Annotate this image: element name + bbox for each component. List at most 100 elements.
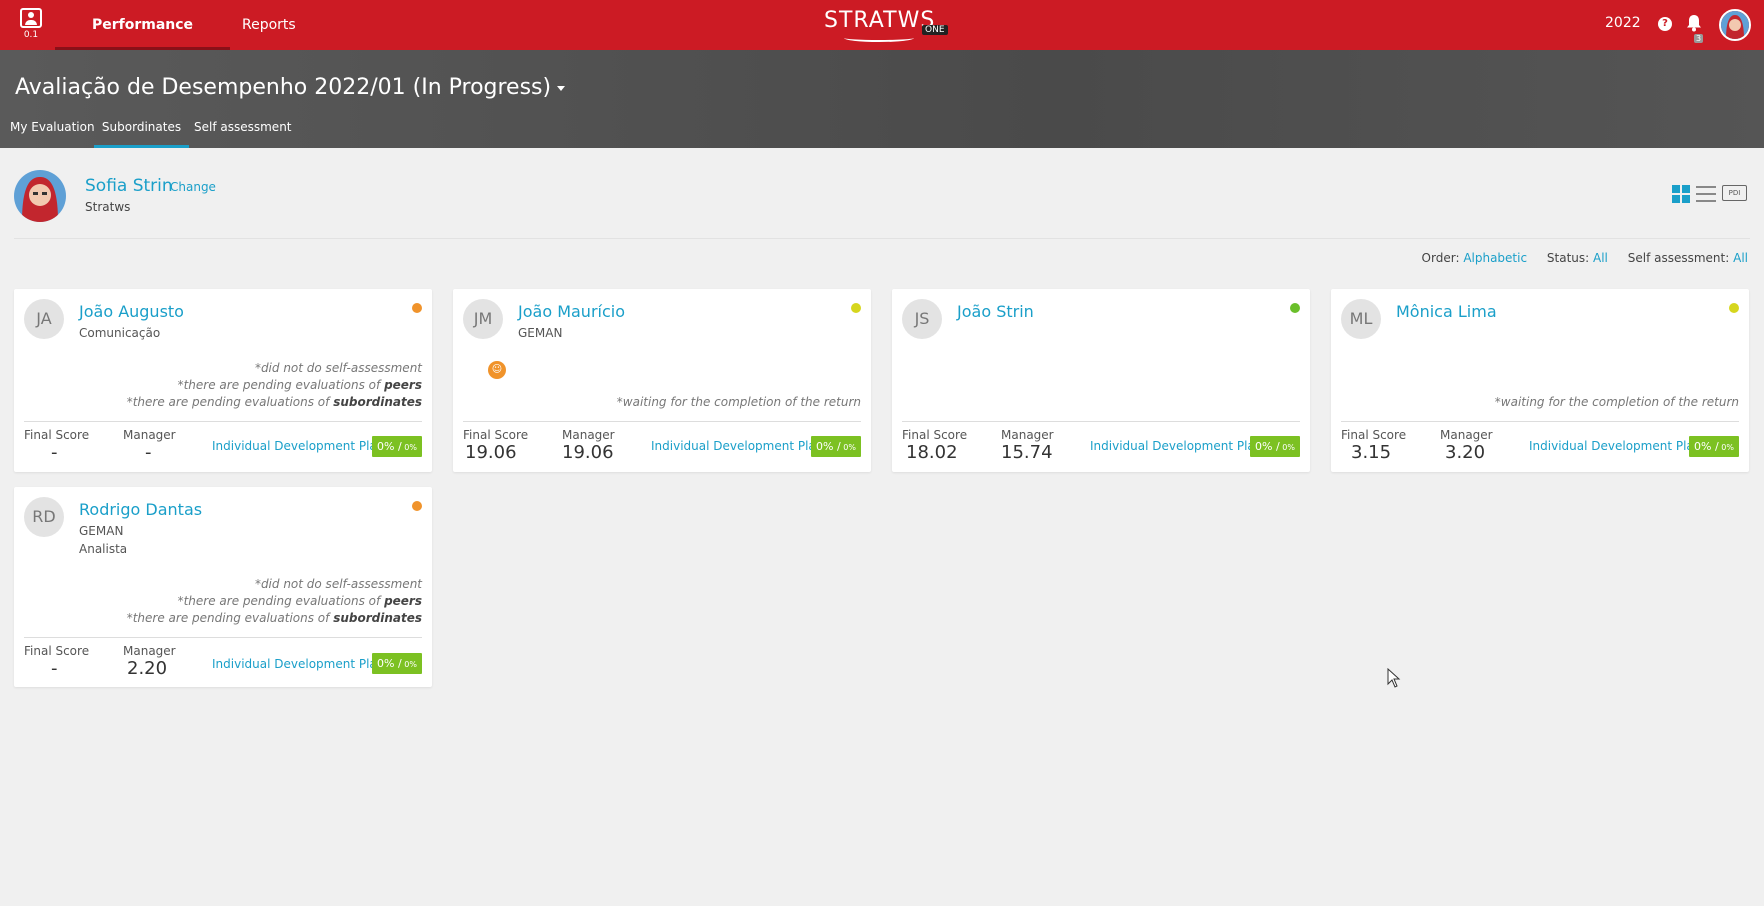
pdi-view-icon[interactable]: PDI xyxy=(1722,185,1747,201)
version-label: 0.1 xyxy=(23,30,39,40)
year-selector[interactable]: 2022 xyxy=(1605,15,1641,31)
idp-progress-secondary: 0% xyxy=(1279,443,1295,452)
subordinate-department: Comunicação xyxy=(79,326,161,340)
idp-progress-badge: 0% / 0% xyxy=(811,436,861,457)
manager-score-value: 15.74 xyxy=(1001,442,1053,463)
warning-subordinates-bold: subordinates xyxy=(333,611,422,625)
manager-score-label: Manager xyxy=(123,428,176,442)
final-score-value: 19.06 xyxy=(465,442,517,463)
status-filter[interactable]: All xyxy=(1593,251,1608,265)
stratws-logo: STRATWS ONE xyxy=(824,8,948,42)
idp-progress-value: 0% / xyxy=(816,440,841,453)
status-dot xyxy=(1729,303,1739,313)
user-name[interactable]: Sofia Strin xyxy=(85,176,173,196)
tab-my-evaluation[interactable]: My Evaluation xyxy=(10,120,95,148)
status-label: Status: xyxy=(1546,251,1590,265)
manager-score-value: 19.06 xyxy=(562,442,614,463)
initials-avatar: ML xyxy=(1341,299,1381,339)
tab-subordinates[interactable]: Subordinates xyxy=(94,120,189,148)
card-divider xyxy=(24,637,422,638)
nav-performance-evaluation[interactable]: Performance Evaluation xyxy=(55,0,230,83)
manager-score-value: - xyxy=(145,442,152,463)
subordinate-name[interactable]: João Strin xyxy=(957,302,1034,321)
idp-link[interactable]: Individual Development Plan xyxy=(212,439,384,453)
tab-subordinates-label: Subordinates xyxy=(101,120,182,134)
divider xyxy=(14,238,1750,239)
final-score-label: Final Score xyxy=(24,428,90,442)
subordinate-department: GEMAN xyxy=(79,524,124,538)
warning-peers: *there are pending evaluations of peers xyxy=(127,593,422,610)
tab-self-assessment[interactable]: Self assessment xyxy=(194,120,292,148)
top-bar: 0.1 Performance Evaluation Reports STRAT… xyxy=(0,0,1764,83)
idp-link[interactable]: Individual Development Plan xyxy=(651,439,823,453)
logo-badge: ONE xyxy=(922,25,948,35)
idp-link[interactable]: Individual Development Plan xyxy=(212,657,384,671)
idp-link[interactable]: Individual Development Plan xyxy=(1090,439,1262,453)
warnings: *waiting for the completion of the retur… xyxy=(617,394,861,411)
manager-score-label: Manager xyxy=(1001,428,1054,442)
idp-link[interactable]: Individual Development Plan xyxy=(1529,439,1701,453)
user-avatar-image xyxy=(14,170,66,222)
final-score-label: Final Score xyxy=(24,644,90,658)
final-score-label: Final Score xyxy=(1341,428,1407,442)
status-dot xyxy=(412,303,422,313)
nav-reports[interactable]: Reports xyxy=(242,0,296,50)
subordinate-role: Analista xyxy=(79,542,128,556)
warning-waiting-return: *waiting for the completion of the retur… xyxy=(616,395,861,409)
change-user-link[interactable]: Change xyxy=(170,180,216,194)
subordinate-name[interactable]: João Maurício xyxy=(518,302,625,321)
idp-progress-value: 0% / xyxy=(377,657,402,670)
initials-avatar: JM xyxy=(463,299,503,339)
peer-evaluation-icon[interactable]: ☺ xyxy=(488,361,506,379)
final-score-label: Final Score xyxy=(463,428,529,442)
initials-avatar: RD xyxy=(24,497,64,537)
card-divider xyxy=(902,421,1300,422)
self-assessment-filter[interactable]: All xyxy=(1733,251,1748,265)
caret-down-icon xyxy=(557,85,566,91)
person-board-icon xyxy=(20,8,42,28)
order-filter[interactable]: Alphabetic xyxy=(1463,251,1527,265)
subordinate-name[interactable]: Mônica Lima xyxy=(1396,302,1497,321)
evaluation-header: Avaliação de Desempenho 2022/01 (In Prog… xyxy=(0,50,1764,148)
idp-progress-badge: 0% / 0% xyxy=(1689,436,1739,457)
manager-score-label: Manager xyxy=(562,428,615,442)
avatar[interactable] xyxy=(1719,9,1751,41)
subordinate-name[interactable]: João Augusto xyxy=(79,302,184,321)
final-score-label: Final Score xyxy=(902,428,968,442)
app-switcher-button[interactable]: 0.1 xyxy=(18,8,44,42)
final-score-value: 3.15 xyxy=(1351,442,1392,463)
idp-progress-badge: 0% / 0% xyxy=(372,436,422,457)
warnings: *waiting for the completion of the retur… xyxy=(1495,394,1739,411)
subordinate-name[interactable]: Rodrigo Dantas xyxy=(79,500,202,519)
page-title: Avaliação de Desempenho 2022/01 (In Prog… xyxy=(15,75,552,100)
warnings: *did not do self-assessment *there are p… xyxy=(127,360,422,411)
warning-waiting-return: *waiting for the completion of the retur… xyxy=(1494,395,1739,409)
warning-subordinates-bold: subordinates xyxy=(333,395,422,409)
subordinate-card: RD Rodrigo Dantas GEMAN Analista *did no… xyxy=(14,487,432,687)
notification-count: 3 xyxy=(1694,34,1704,43)
warning-subordinates: *there are pending evaluations of subord… xyxy=(127,394,422,411)
card-divider xyxy=(24,421,422,422)
warning-peers-text: *there are pending evaluations of xyxy=(177,378,385,392)
bell-icon[interactable] xyxy=(1686,14,1702,32)
help-icon[interactable]: ? xyxy=(1658,17,1672,31)
card-divider xyxy=(463,421,861,422)
status-dot xyxy=(412,501,422,511)
initials-avatar: JA xyxy=(24,299,64,339)
user-avatar xyxy=(14,170,66,222)
avatar-image xyxy=(1721,11,1749,39)
list-view-icon[interactable] xyxy=(1696,185,1716,203)
evaluation-title-dropdown[interactable]: Avaliação de Desempenho 2022/01 (In Prog… xyxy=(15,75,566,100)
idp-progress-badge: 0% / 0% xyxy=(1250,436,1300,457)
warning-peers-bold: peers xyxy=(384,594,422,608)
idp-progress-secondary: 0% xyxy=(1718,443,1734,452)
warning-subordinates-text: *there are pending evaluations of xyxy=(126,395,334,409)
warning-peers-bold: peers xyxy=(384,378,422,392)
mouse-cursor-icon xyxy=(1387,668,1401,688)
subordinate-card: ML Mônica Lima *waiting for the completi… xyxy=(1331,289,1749,472)
warning-subordinates: *there are pending evaluations of subord… xyxy=(127,610,422,627)
idp-progress-secondary: 0% xyxy=(401,443,417,452)
card-divider xyxy=(1341,421,1739,422)
grid-view-icon[interactable] xyxy=(1672,185,1692,203)
idp-progress-badge: 0% / 0% xyxy=(372,653,422,674)
